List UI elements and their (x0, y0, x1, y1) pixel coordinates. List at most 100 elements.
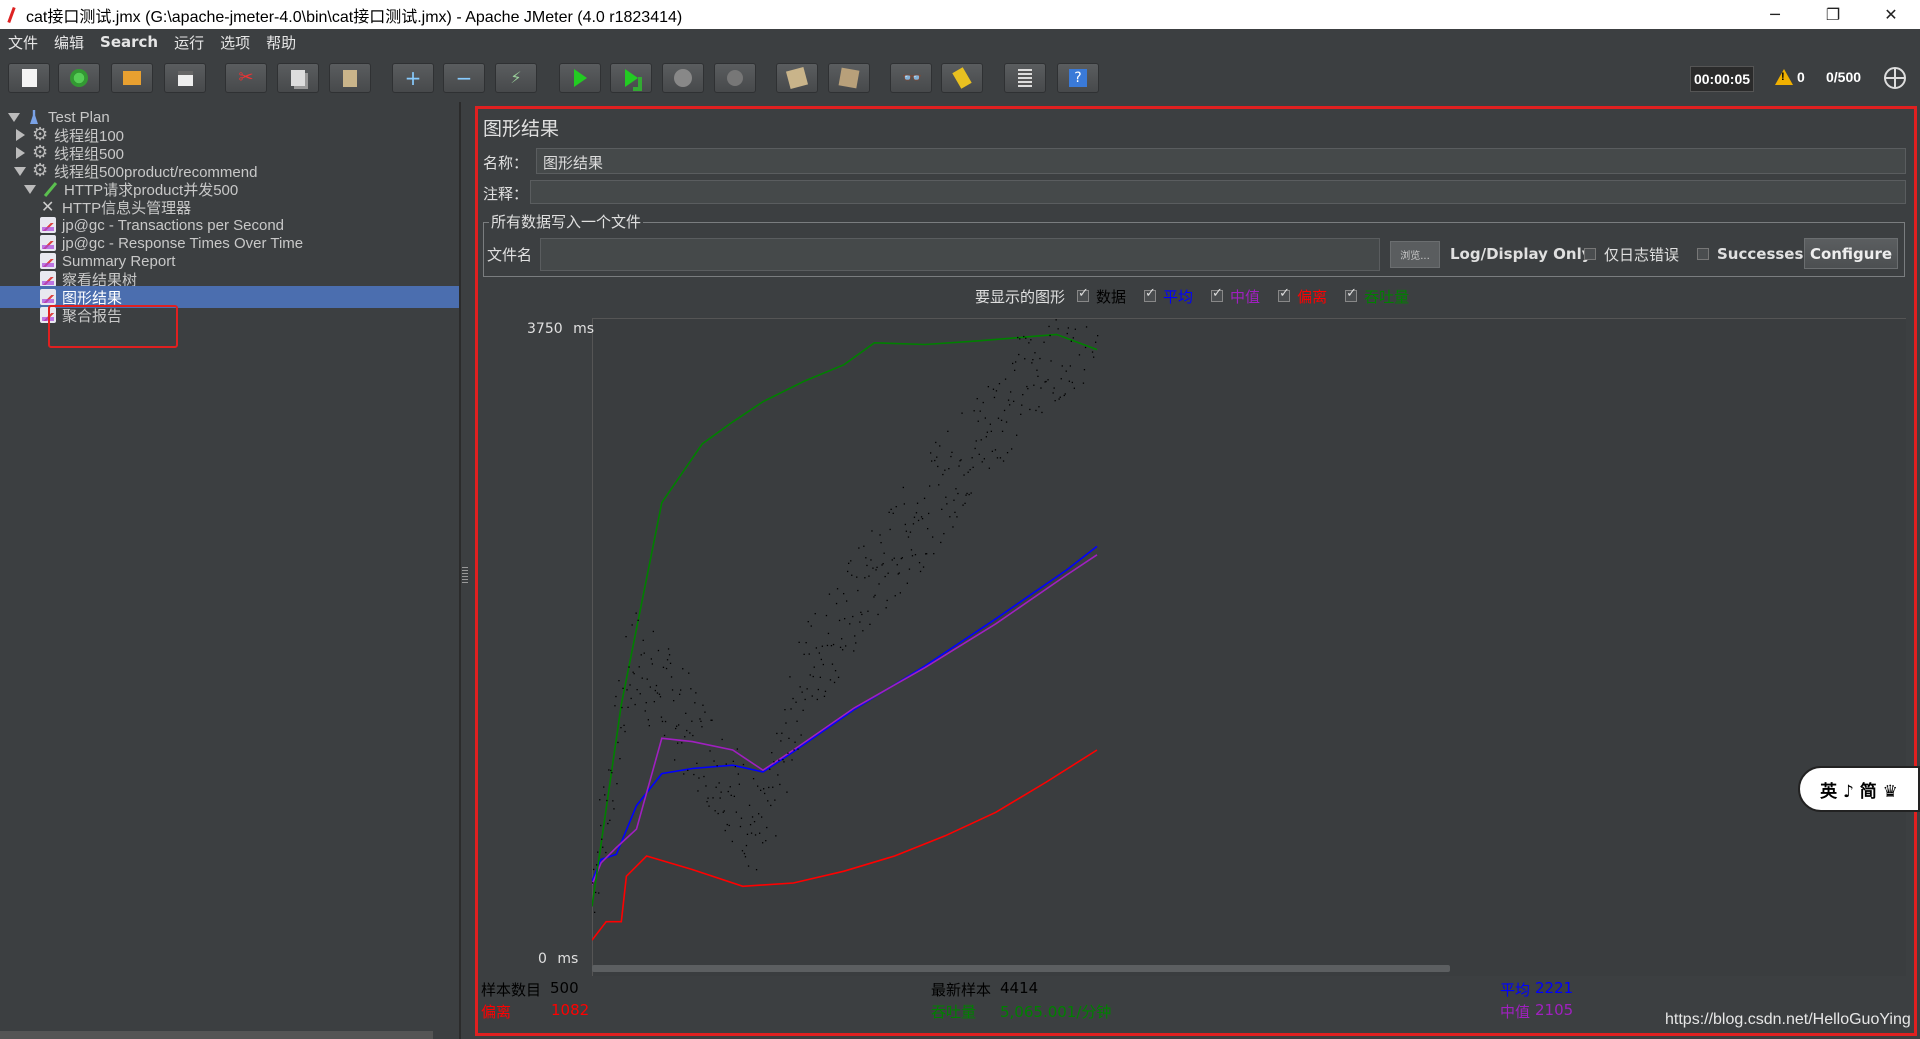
menu-edit[interactable]: 编辑 (46, 32, 92, 53)
name-field[interactable]: 图形结果 (536, 148, 1906, 174)
maximize-button[interactable]: ❐ (1804, 5, 1862, 24)
data-point (1064, 393, 1066, 395)
collapsed-arrow-icon[interactable] (16, 129, 25, 141)
minimize-button[interactable]: ─ (1746, 5, 1804, 24)
data-point (927, 528, 929, 530)
save-icon (177, 70, 193, 86)
checkbox-average[interactable] (1144, 286, 1157, 302)
menu-options[interactable]: 选项 (212, 32, 258, 53)
new-button[interactable] (8, 63, 50, 93)
data-point (780, 740, 782, 742)
warning-indicator[interactable]: 0 (1775, 69, 1805, 85)
data-point (1032, 359, 1034, 361)
data-point (975, 440, 977, 442)
data-point (621, 706, 623, 709)
data-point (794, 741, 796, 743)
tree-horizontal-scrollbar[interactable] (0, 1031, 433, 1039)
data-point (1000, 419, 1003, 421)
cut-button[interactable]: ✂ (225, 63, 267, 93)
search-icon: 👓 (902, 68, 922, 87)
data-point (705, 785, 707, 787)
legend-item-median[interactable]: 中值 (1211, 286, 1260, 307)
data-point (735, 811, 737, 813)
data-point (972, 466, 974, 468)
data-point (963, 474, 965, 476)
data-point (707, 797, 709, 799)
expanded-arrow-icon[interactable] (8, 112, 20, 122)
menu-run[interactable]: 运行 (166, 32, 212, 53)
search-button[interactable]: 👓 (890, 63, 932, 93)
toggle-button[interactable]: ⚡ (495, 63, 537, 93)
legend-item-throughput[interactable]: 吞吐量 (1345, 286, 1409, 307)
close-button[interactable]: ✕ (1862, 5, 1920, 24)
data-point (717, 812, 719, 815)
data-point (721, 738, 723, 741)
data-point (690, 688, 692, 690)
splitter-grip[interactable] (462, 567, 468, 585)
expanded-arrow-icon[interactable] (24, 184, 36, 194)
errors-only-checkbox[interactable] (1584, 248, 1596, 260)
data-point (871, 530, 873, 532)
data-point (1022, 394, 1024, 396)
data-point (618, 680, 620, 682)
data-point (947, 430, 949, 432)
collapsed-arrow-icon[interactable] (16, 147, 25, 159)
data-point (702, 704, 704, 706)
legend-item-deviation[interactable]: 偏离 (1278, 286, 1327, 307)
graph-horizontal-scrollbar[interactable] (592, 965, 1450, 972)
menu-help[interactable]: 帮助 (258, 32, 304, 53)
data-point (764, 792, 766, 795)
expand-all-button[interactable]: + (392, 63, 434, 93)
data-point (768, 786, 770, 789)
checkbox-median[interactable] (1211, 286, 1224, 302)
data-point (751, 816, 754, 818)
data-point (656, 692, 659, 694)
data-point (858, 547, 860, 549)
menu-search[interactable]: Search (92, 33, 166, 51)
data-point (978, 453, 980, 455)
legend-item-data[interactable]: 数据 (1077, 286, 1126, 307)
y-axis-max-label: 3750 ms (527, 321, 594, 337)
data-point (923, 497, 926, 499)
save-button[interactable] (164, 63, 206, 93)
shutdown-button[interactable] (714, 63, 756, 93)
data-point (732, 760, 734, 762)
data-point (857, 589, 859, 592)
pane-splitter[interactable] (460, 102, 469, 1039)
data-point (880, 542, 882, 544)
remote-globe-icon[interactable] (1884, 67, 1906, 89)
stop-button[interactable] (662, 63, 704, 93)
data-point (969, 469, 971, 471)
collapse-all-button[interactable]: − (443, 63, 485, 93)
filename-field[interactable] (540, 238, 1380, 271)
legend-item-average[interactable]: 平均 (1144, 286, 1193, 307)
browse-button[interactable]: 浏览... (1390, 241, 1440, 268)
clear-all-button[interactable] (828, 63, 870, 93)
open-button[interactable] (111, 63, 153, 93)
data-point (613, 808, 615, 810)
expanded-arrow-icon[interactable] (14, 166, 26, 176)
menu-file[interactable]: 文件 (0, 32, 46, 53)
start-button[interactable] (559, 63, 601, 93)
start-no-pauses-button[interactable] (610, 63, 652, 93)
function-helper-button[interactable] (1004, 63, 1046, 93)
reset-search-button[interactable] (941, 63, 983, 93)
help-button[interactable]: ? (1057, 63, 1099, 93)
checkbox-data[interactable] (1077, 286, 1090, 302)
templates-button[interactable] (58, 63, 100, 93)
data-point (873, 596, 875, 598)
comment-field[interactable] (530, 180, 1906, 204)
copy-button[interactable] (277, 63, 319, 93)
successes-checkbox[interactable] (1697, 248, 1709, 260)
data-point (827, 632, 830, 635)
data-point (919, 570, 922, 573)
data-point (761, 816, 763, 818)
checkbox-throughput[interactable] (1345, 286, 1358, 302)
clear-button[interactable] (776, 63, 818, 93)
configure-button[interactable]: Configure (1804, 238, 1898, 269)
checkbox-deviation[interactable] (1278, 286, 1291, 302)
data-point (754, 834, 757, 836)
paste-button[interactable] (329, 63, 371, 93)
data-point (830, 645, 833, 647)
ime-toolbar[interactable]: 英 ♪ 简 ♛ (1798, 766, 1920, 812)
